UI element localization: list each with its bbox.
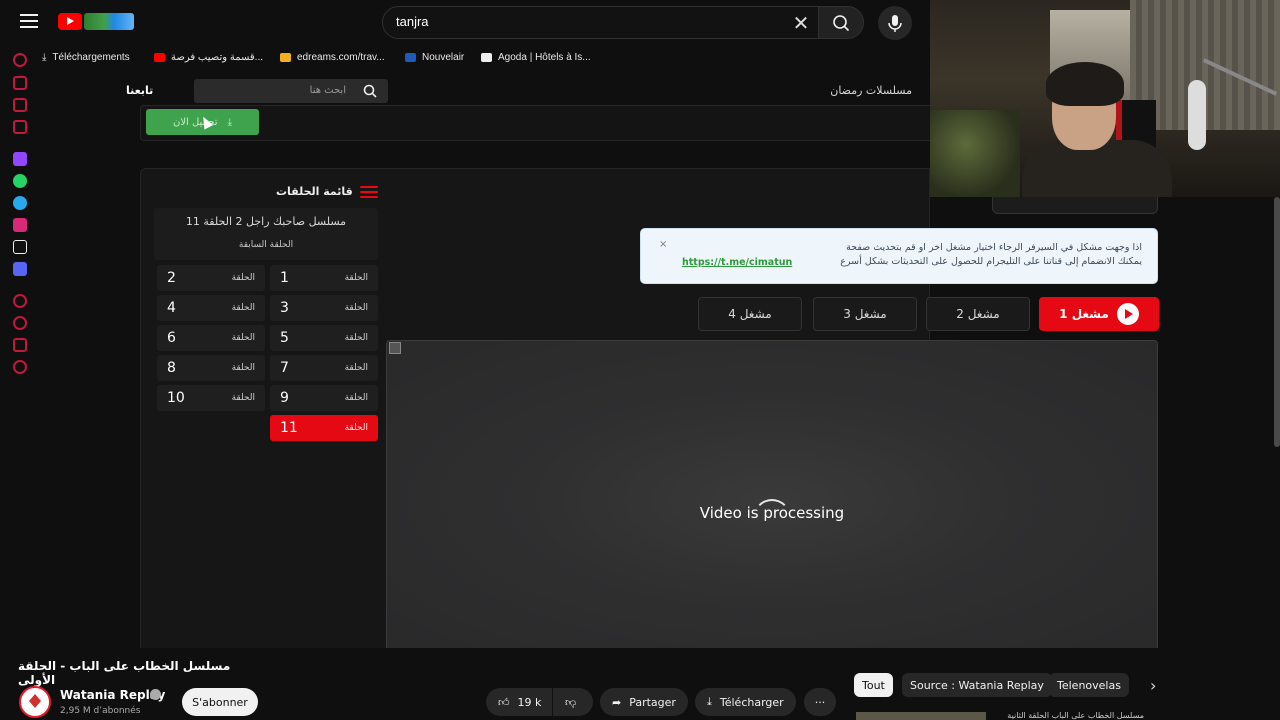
mic-icon (888, 15, 902, 32)
refresh-icon[interactable] (13, 53, 27, 67)
bookmark-qisma[interactable]: قسمة وتصيب فرصة... (154, 52, 263, 63)
site-search-placeholder: ابحث هنا (309, 85, 346, 96)
home-icon[interactable] (13, 76, 27, 90)
edreams-favicon-icon (280, 53, 291, 62)
alert-line-1: اذا وجهت مشكل في السيرفر الرجاء اختيار م… (846, 242, 1142, 253)
episode-button-7[interactable]: 7 الحلقة (270, 355, 378, 381)
share-icon: ➦ (612, 695, 622, 709)
subscriber-count: 2,95 M d’abonnés (60, 706, 141, 716)
tiktok-icon[interactable] (13, 240, 27, 254)
telegram-link[interactable]: https://t.me/cimatun (682, 257, 792, 268)
like-button[interactable]: 👍︎ 19 k (486, 688, 552, 716)
menu-icon[interactable] (20, 14, 38, 28)
cloud-icon[interactable] (13, 338, 27, 352)
episode-button-3[interactable]: 3 الحلقة (270, 295, 378, 321)
close-icon[interactable]: ✕ (790, 12, 812, 34)
discord-icon[interactable] (13, 262, 27, 276)
more-actions-button[interactable]: ··· (804, 688, 836, 716)
video-title: مسلسل الخطاب على الباب - الحلقة الأولى (18, 659, 231, 687)
bookmark-nouvelair[interactable]: Nouvelair (405, 52, 464, 63)
dislike-button[interactable]: 👎︎ (553, 688, 593, 716)
search-icon[interactable] (362, 83, 378, 99)
series-title: مسلسل صاحبك راجل 2 الحلقة 11 (185, 215, 347, 228)
download-icon: ⤓ (227, 116, 233, 128)
server-3-button[interactable]: مشغل 3 (813, 297, 917, 331)
youtube-search-input[interactable] (382, 6, 822, 39)
recommended-thumbnail[interactable] (856, 712, 986, 720)
list-icon (360, 186, 378, 198)
download-icon: ⤓ (42, 52, 47, 63)
chip-source[interactable]: Source : Watania Replay (902, 673, 1052, 697)
episode-button-4[interactable]: 4 الحلقة (157, 295, 265, 321)
search-icon (833, 15, 850, 32)
episode-button-2[interactable]: 2 الحلقة (157, 265, 265, 291)
play-circle-icon[interactable] (13, 294, 27, 308)
episode-button-6[interactable]: 6 الحلقة (157, 325, 265, 351)
episode-button-1[interactable]: 1 الحلقة (270, 265, 378, 291)
whatsapp-icon[interactable] (13, 174, 27, 188)
subscribe-button[interactable]: S'abonner (182, 688, 258, 716)
previous-episode-link[interactable]: الحلقة السابقة (154, 240, 378, 250)
thumbs-up-icon: 👍︎ (498, 695, 510, 709)
clock-icon[interactable] (13, 316, 27, 330)
bookmark-edreams[interactable]: edreams.com/trav... (280, 52, 385, 63)
episode-button-10[interactable]: 10 الحلقة (157, 385, 265, 411)
scrollbar[interactable] (1274, 197, 1280, 447)
mail-icon[interactable] (13, 98, 27, 112)
nouvelair-favicon-icon (405, 53, 416, 62)
server-4-button[interactable]: مشغل 4 (698, 297, 802, 331)
bookmark-downloads[interactable]: ⤓ Téléchargements (42, 52, 130, 63)
server-1-button[interactable]: مشغل 1 (1039, 297, 1159, 331)
twitch-icon[interactable] (13, 152, 27, 166)
episode-button-11-active[interactable]: 11 الحلقة (270, 415, 378, 441)
telegram-icon[interactable] (13, 196, 27, 210)
episode-list-title: قائمة الحلقات (276, 185, 353, 198)
bookmarks-bar: ⤓ Téléchargements قسمة وتصيب فرصة... edre… (0, 48, 930, 70)
chip-telenovelas[interactable]: Telenovelas (1049, 673, 1129, 697)
download-icon: ⤓ (707, 695, 712, 708)
episode-button-9[interactable]: 9 الحلقة (270, 385, 378, 411)
webcam-overlay (930, 0, 1280, 197)
youtube-favicon-icon (154, 53, 165, 62)
search-button[interactable] (818, 6, 864, 39)
youtube-doodle[interactable] (84, 13, 134, 30)
bookmark-agoda[interactable]: Agoda | Hôtels à Is... (481, 52, 591, 63)
channel-avatar[interactable] (19, 686, 51, 718)
player-status: Video is processing (699, 504, 845, 522)
agoda-favicon-icon (481, 53, 492, 62)
voice-search-button[interactable] (878, 6, 912, 40)
episode-button-8[interactable]: 8 الحلقة (157, 355, 265, 381)
youtube-logo[interactable] (58, 13, 82, 30)
download-button[interactable]: ⤓ Télécharger (695, 688, 796, 716)
verified-icon (150, 689, 161, 700)
nav-follow-us[interactable]: تابعنا (126, 84, 153, 97)
chevron-right-icon[interactable]: › (1150, 676, 1156, 695)
news-icon[interactable] (13, 120, 27, 134)
play-icon (1116, 303, 1139, 325)
server-2-button[interactable]: مشغل 2 (926, 297, 1030, 331)
thumbs-down-icon: 👎︎ (565, 695, 577, 709)
share-button[interactable]: ➦ Partager (600, 688, 688, 716)
recommended-title[interactable]: مسلسل الخطاب على الباب الحلقة الثانية (994, 711, 1144, 720)
episode-button-5[interactable]: 5 الحلقة (270, 325, 378, 351)
search-query: tanjra (396, 14, 429, 29)
instagram-icon[interactable] (13, 218, 27, 232)
nav-ramadan-series[interactable]: مسلسلات رمضان (780, 84, 912, 97)
chip-all[interactable]: Tout (854, 673, 893, 697)
settings-icon[interactable] (13, 360, 27, 374)
broken-image-icon (389, 342, 401, 354)
